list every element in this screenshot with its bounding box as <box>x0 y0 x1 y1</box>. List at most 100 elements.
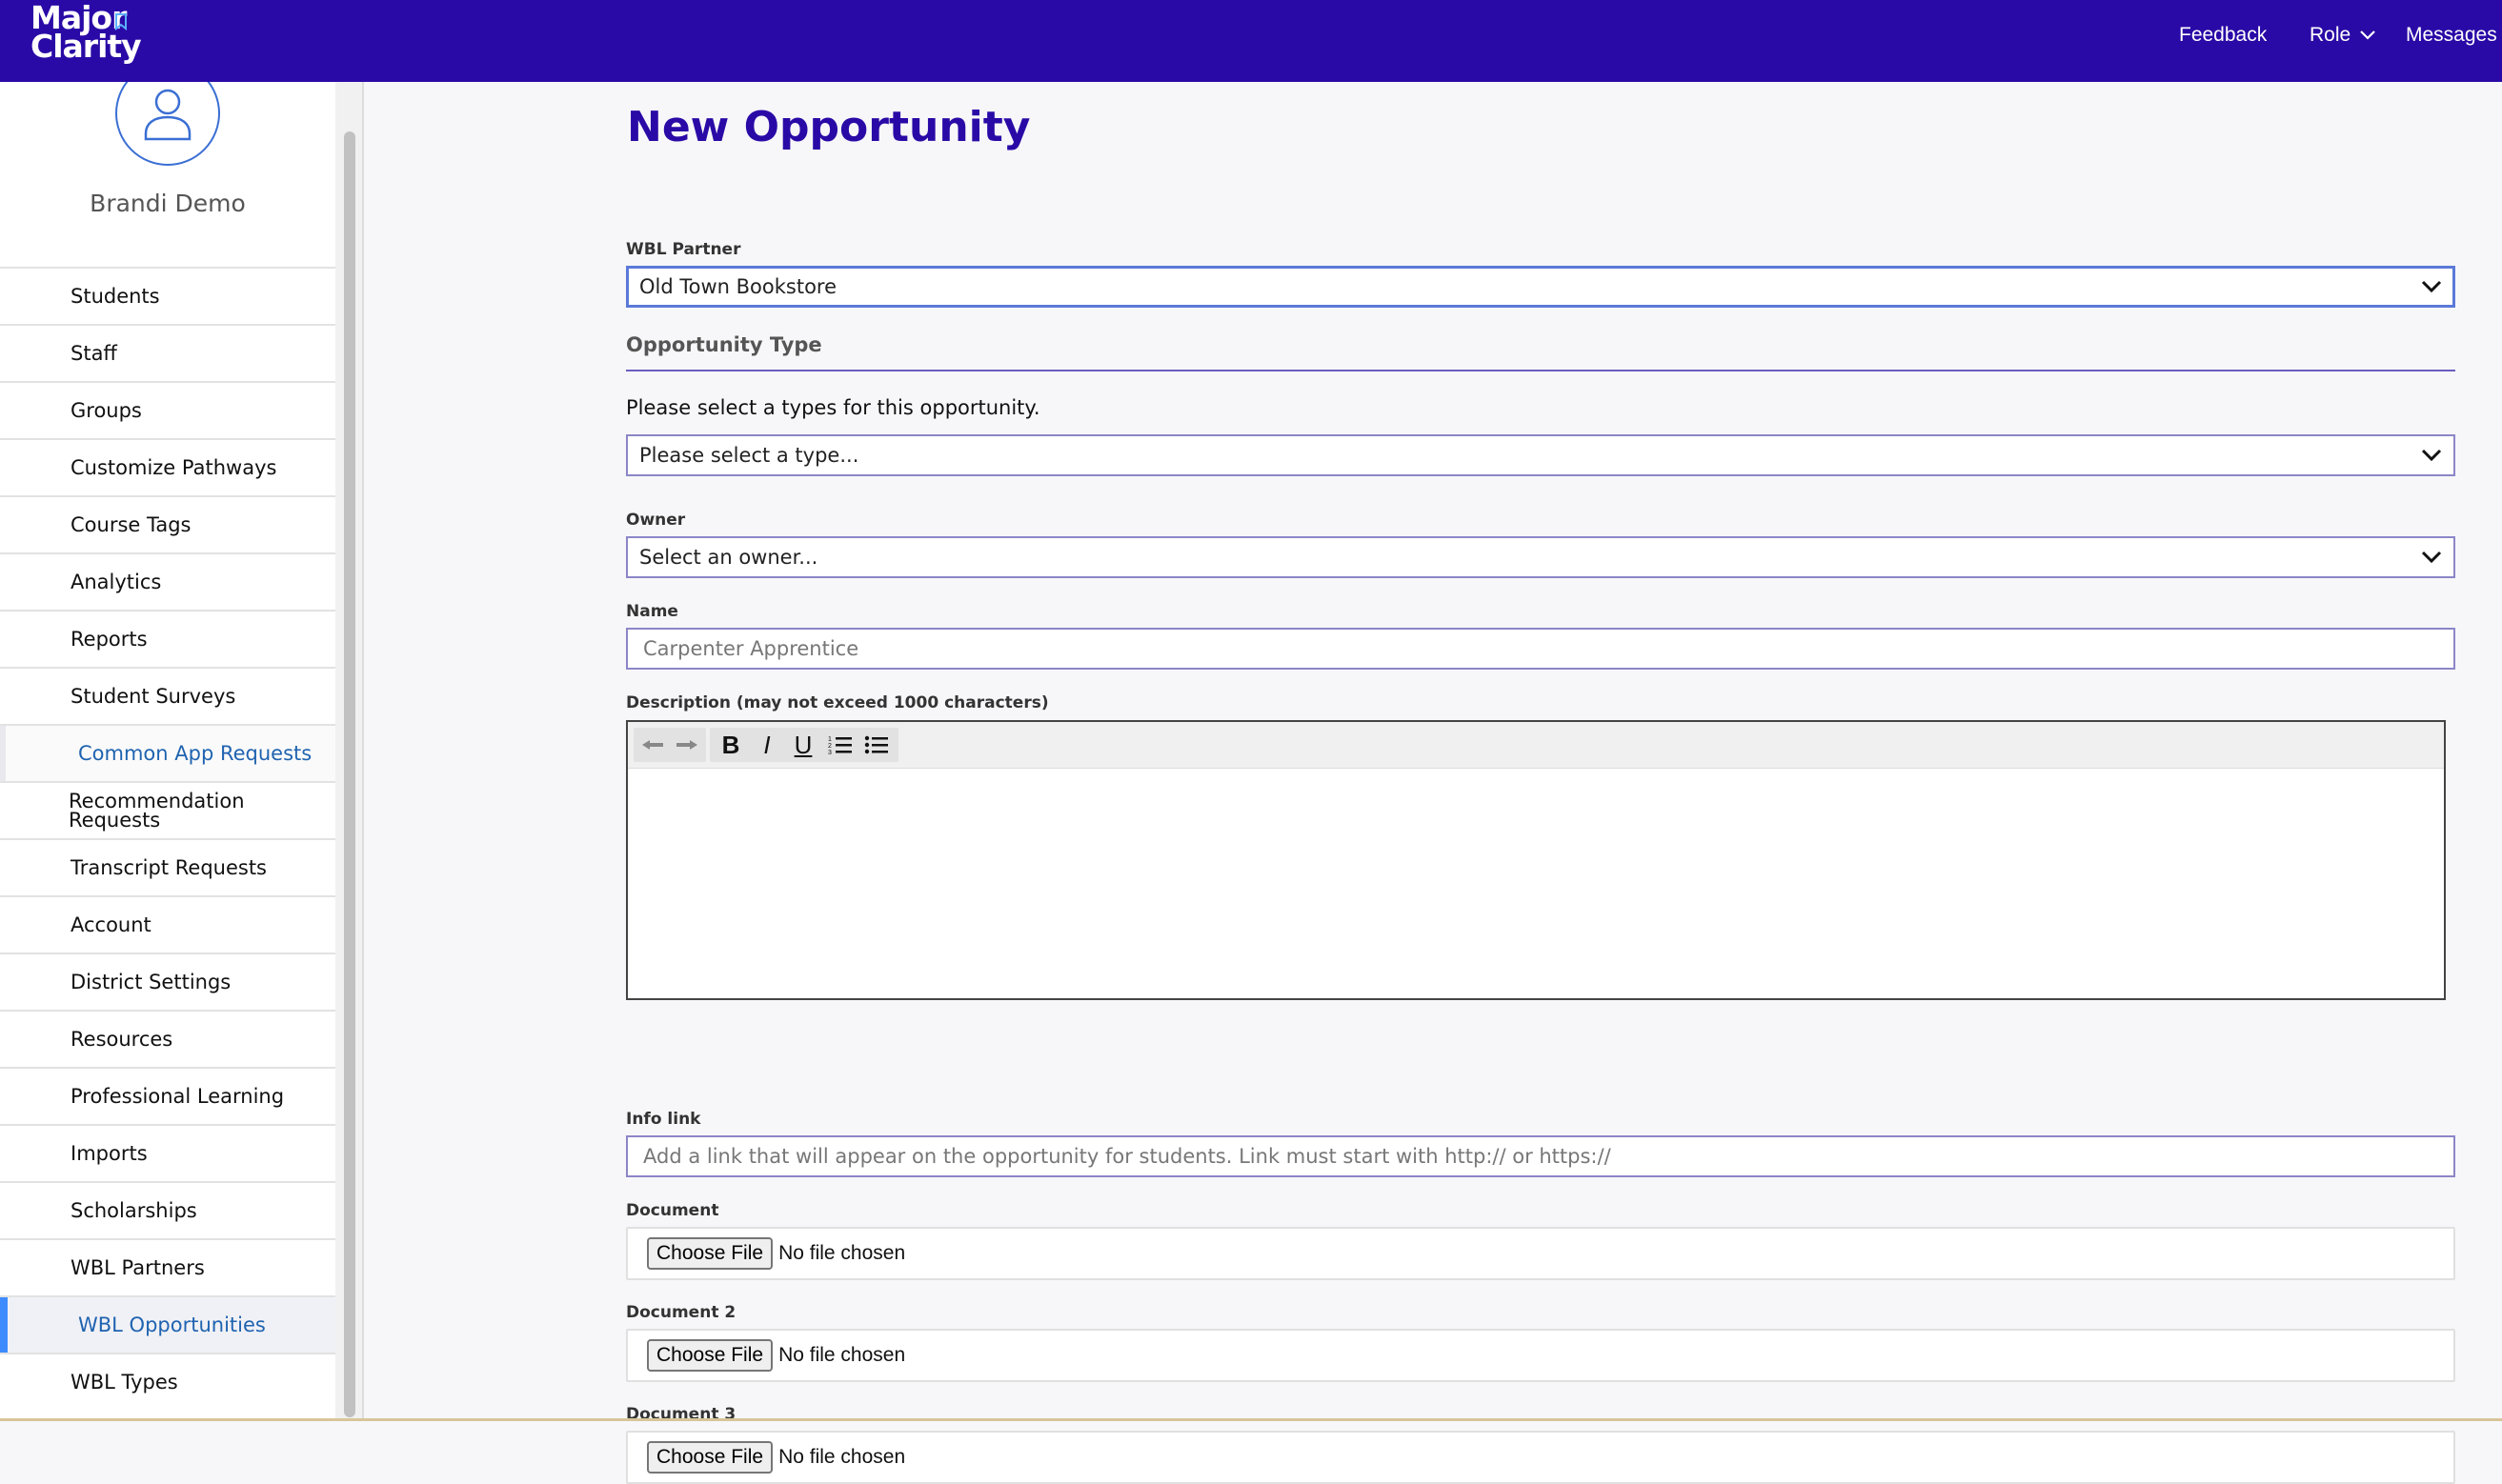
sidebar-item-label: WBL Types <box>71 1371 178 1394</box>
sidebar-item-course-tags[interactable]: Course Tags <box>0 495 335 552</box>
sidebar-item-staff[interactable]: Staff <box>0 324 335 381</box>
chevron-down-icon <box>2421 449 2442 462</box>
sidebar-item-label: District Settings <box>71 971 232 993</box>
underline-icon: U <box>794 730 813 759</box>
ordered-list-button[interactable]: 1 2 3 <box>824 730 857 760</box>
top-navigation-bar: Major Clarity Feedback Role Messages <box>0 0 2502 82</box>
name-label: Name <box>626 602 678 621</box>
sidebar-item-label: Staff <box>71 342 117 365</box>
main-content: New Opportunity WBL Partner Old Town Boo… <box>366 82 2502 1484</box>
opportunity-type-placeholder: Please select a type... <box>639 444 859 467</box>
opportunity-type-helper: Please select a types for this opportuni… <box>626 396 1040 419</box>
document-2-label: Document 2 <box>626 1303 736 1322</box>
messages-link[interactable]: Messages <box>2406 24 2497 47</box>
bold-icon: B <box>721 730 740 759</box>
info-link-placeholder: Add a link that will appear on the oppor… <box>643 1145 1611 1168</box>
role-label: Role <box>2310 24 2351 46</box>
name-placeholder: Carpenter Apprentice <box>643 637 859 660</box>
chevron-down-icon <box>2421 280 2442 293</box>
sidebar-item-label: Student Surveys <box>71 685 236 708</box>
sidebar-item-resources[interactable]: Resources <box>0 1010 335 1067</box>
sidebar-item-wbl-partners[interactable]: WBL Partners <box>0 1238 335 1295</box>
feedback-link[interactable]: Feedback <box>2179 24 2267 47</box>
sidebar-item-common-app-requests[interactable]: Common App Requests <box>0 724 335 781</box>
sidebar-item-transcript-requests[interactable]: Transcript Requests <box>0 838 335 895</box>
sidebar-item-customize-pathways[interactable]: Customize Pathways <box>0 438 335 495</box>
file-status: No file chosen <box>778 1344 906 1366</box>
sidebar-item-scholarships[interactable]: Scholarships <box>0 1181 335 1238</box>
sidebar-item-groups[interactable]: Groups <box>0 381 335 438</box>
choose-file-button[interactable]: Choose File <box>647 1441 774 1474</box>
user-avatar[interactable] <box>115 82 220 166</box>
wbl-partner-select[interactable]: Old Town Bookstore <box>626 266 2455 308</box>
sidebar: Brandi Demo Students Staff Groups Custom… <box>0 82 335 1421</box>
sidebar-item-label: Professional Learning <box>71 1085 285 1108</box>
user-avatar-icon <box>144 89 192 141</box>
sidebar-item-label: WBL Opportunities <box>78 1314 266 1336</box>
owner-placeholder: Select an owner... <box>639 546 818 569</box>
role-dropdown[interactable]: Role <box>2310 24 2377 47</box>
wbl-partner-label: WBL Partner <box>626 240 741 259</box>
description-label: Description (may not exceed 1000 charact… <box>626 693 1049 712</box>
sidebar-item-label: Account <box>71 913 151 936</box>
sidebar-item-label: Reports <box>71 628 148 651</box>
sidebar-item-wbl-types[interactable]: WBL Types <box>0 1353 335 1410</box>
scrollbar-thumb[interactable] <box>344 131 355 1417</box>
description-editor[interactable]: B I U 1 2 3 <box>626 720 2446 1000</box>
sidebar-item-label: Course Tags <box>71 513 192 536</box>
file-status: No file chosen <box>778 1242 906 1264</box>
sidebar-item-district-settings[interactable]: District Settings <box>0 953 335 1010</box>
chevron-down-icon <box>2421 551 2442 564</box>
sidebar-item-imports[interactable]: Imports <box>0 1124 335 1181</box>
sidebar-item-label: WBL Partners <box>71 1256 205 1279</box>
bulleted-list-button[interactable] <box>860 730 893 760</box>
sidebar-item-reports[interactable]: Reports <box>0 610 335 667</box>
sidebar-item-label: Scholarships <box>71 1199 197 1222</box>
underline-button[interactable]: U <box>788 730 818 760</box>
owner-label: Owner <box>626 511 686 530</box>
name-input[interactable]: Carpenter Apprentice <box>626 628 2455 670</box>
choose-file-button[interactable]: Choose File <box>647 1237 774 1270</box>
wbl-partner-value: Old Town Bookstore <box>639 275 837 298</box>
info-link-label: Info link <box>626 1110 701 1129</box>
sidebar-item-label: Imports <box>71 1142 148 1165</box>
document-1-file-input: Choose File No file chosen <box>626 1227 2455 1280</box>
svg-text:1: 1 <box>828 736 832 743</box>
choose-file-button[interactable]: Choose File <box>647 1339 774 1372</box>
undo-button[interactable] <box>637 730 668 760</box>
sidebar-item-account[interactable]: Account <box>0 895 335 953</box>
sidebar-item-analytics[interactable]: Analytics <box>0 552 335 610</box>
editor-text-area[interactable] <box>628 769 2444 1001</box>
redo-button[interactable] <box>672 730 702 760</box>
sidebar-item-label: Transcript Requests <box>71 856 267 879</box>
document-3-file-input: Choose File No file chosen <box>626 1431 2455 1484</box>
undo-icon <box>642 740 663 750</box>
bold-button[interactable]: B <box>716 730 746 760</box>
owner-select[interactable]: Select an owner... <box>626 536 2455 578</box>
svg-text:3: 3 <box>828 750 832 756</box>
svg-text:2: 2 <box>828 743 832 750</box>
sidebar-item-label: Common App Requests <box>78 742 313 765</box>
sidebar-scrollbar[interactable] <box>335 82 364 1421</box>
sidebar-nav: Students Staff Groups Customize Pathways… <box>0 267 335 1410</box>
editor-toolbar: B I U 1 2 3 <box>628 722 2444 769</box>
info-link-input[interactable]: Add a link that will appear on the oppor… <box>626 1135 2455 1177</box>
document-1-label: Document <box>626 1201 719 1220</box>
redo-icon <box>676 740 697 750</box>
sidebar-item-label: Students <box>71 285 160 308</box>
opportunity-type-section-title: Opportunity Type <box>626 333 2455 371</box>
sidebar-item-professional-learning[interactable]: Professional Learning <box>0 1067 335 1124</box>
ordered-list-icon: 1 2 3 <box>828 736 852 756</box>
sidebar-item-label: Groups <box>71 399 142 422</box>
sidebar-item-students[interactable]: Students <box>0 267 335 324</box>
sidebar-item-label: Resources <box>71 1028 173 1051</box>
sidebar-item-label: Analytics <box>71 571 162 593</box>
sidebar-item-recommendation-requests[interactable]: Recommendation Requests <box>0 781 335 838</box>
italic-icon: I <box>763 730 771 759</box>
document-3-label: Document 3 <box>626 1405 736 1424</box>
italic-button[interactable]: I <box>752 730 782 760</box>
chevron-down-icon <box>2360 30 2375 40</box>
sidebar-item-wbl-opportunities[interactable]: WBL Opportunities <box>0 1295 335 1353</box>
opportunity-type-select[interactable]: Please select a type... <box>626 434 2455 476</box>
sidebar-item-student-surveys[interactable]: Student Surveys <box>0 667 335 724</box>
